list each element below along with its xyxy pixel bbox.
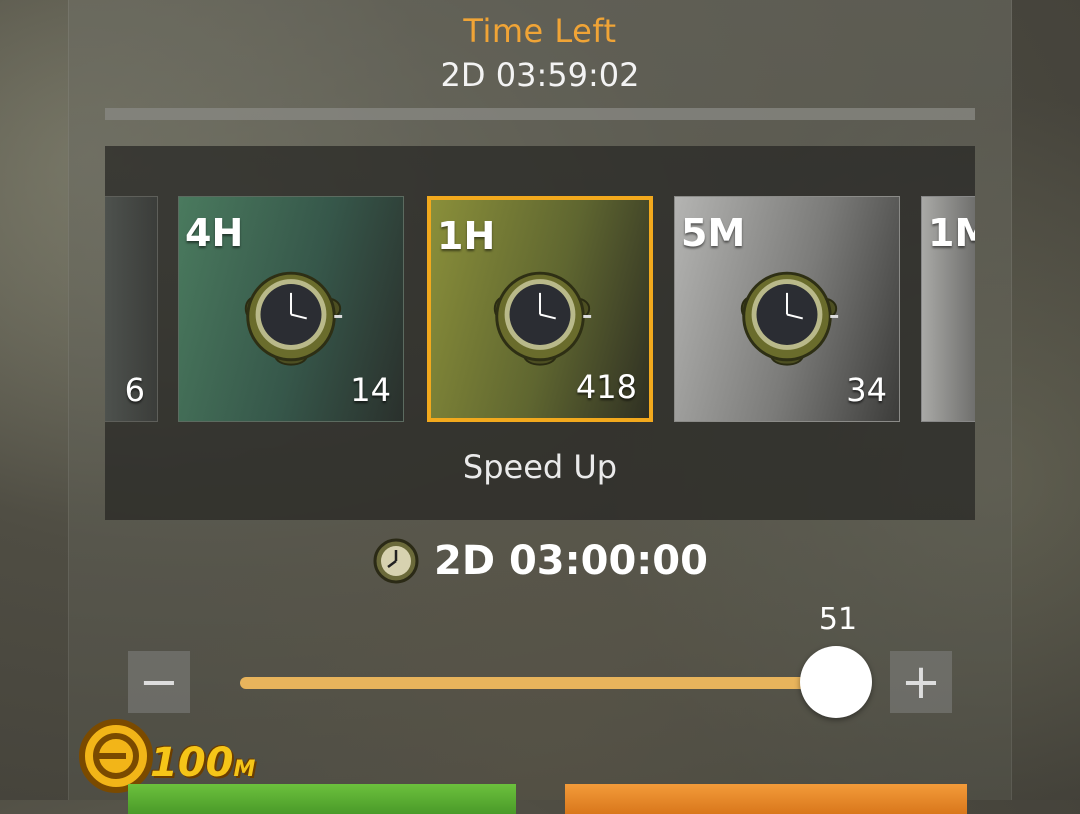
clock-icon: [373, 538, 419, 584]
item-card-partial-right[interactable]: 1M: [921, 196, 975, 422]
stopwatch-icon: [493, 271, 592, 366]
item-duration: 1M: [928, 211, 975, 255]
stopwatch-icon: [740, 271, 839, 366]
item-count: 34: [846, 371, 887, 409]
target-time: 2D 03:00:00: [0, 536, 1080, 585]
item-duration: 1H: [437, 214, 496, 258]
quantity-slider-thumb[interactable]: [800, 646, 872, 718]
speed-up-label: Speed Up: [462, 448, 618, 486]
quantity-slider-track[interactable]: [240, 677, 840, 689]
confirm-button[interactable]: [128, 784, 516, 814]
item-card-partial-left[interactable]: 6: [105, 196, 158, 422]
time-left-value: 2D 03:59:02: [440, 56, 640, 94]
target-time-value: 2D 03:00:00: [434, 538, 708, 584]
increase-button[interactable]: +: [890, 651, 952, 713]
item-duration: 4H: [185, 211, 244, 255]
item-card-1h-selected[interactable]: 1H 418: [427, 196, 653, 422]
speed-up-items-box: 6 4H 14 1H 418 5M 34 1M Speed Up: [105, 146, 975, 520]
coin-amount-unit: M: [233, 757, 256, 782]
use-item-button[interactable]: [565, 784, 967, 814]
item-card-5m[interactable]: 5M 34: [674, 196, 900, 422]
item-count: 6: [124, 371, 145, 409]
quantity-value: 51: [818, 602, 858, 637]
item-carousel[interactable]: 6 4H 14 1H 418 5M 34 1M: [105, 196, 975, 422]
item-card-4h[interactable]: 4H 14: [178, 196, 404, 422]
progress-track: [105, 108, 975, 120]
time-left-title: Time Left: [463, 12, 617, 50]
coin-amount: 100M: [150, 740, 255, 786]
item-count: 418: [575, 368, 637, 406]
item-count: 14: [350, 371, 391, 409]
stopwatch-icon: [244, 271, 343, 366]
item-duration: 5M: [681, 211, 746, 255]
coin-amount-value: 100: [150, 740, 234, 786]
decrease-button[interactable]: −: [128, 651, 190, 713]
